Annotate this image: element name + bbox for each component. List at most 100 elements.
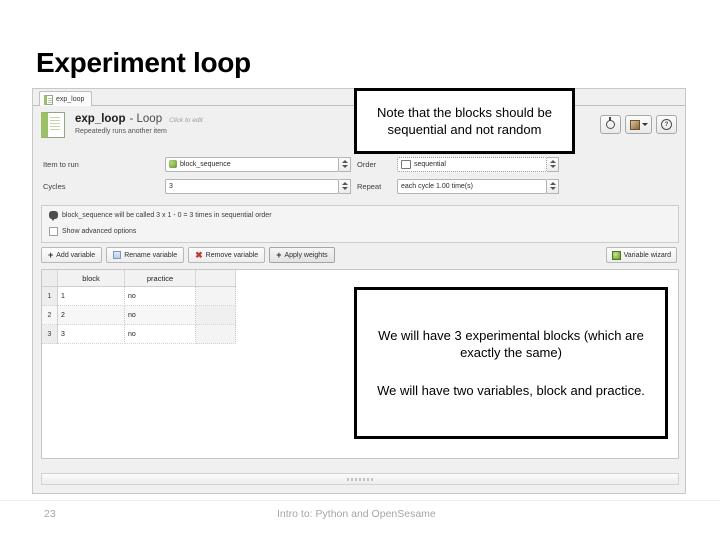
chevron-down-icon	[549, 165, 556, 168]
chevron-down-icon	[341, 187, 348, 190]
item-to-run-value: block_sequence	[180, 160, 231, 168]
plus-icon: +	[48, 249, 54, 260]
grip-dot	[359, 477, 361, 481]
order-label: Order	[357, 159, 377, 169]
variable-wizard-button[interactable]: Variable wizard	[605, 247, 677, 263]
cell-blank[interactable]	[195, 286, 236, 306]
grip-dot	[367, 477, 369, 481]
row-number: 2	[42, 305, 58, 325]
repeat-label: Repeat	[357, 181, 382, 191]
chevron-up-icon	[341, 182, 348, 185]
cell-blank[interactable]	[195, 305, 236, 325]
grip-dot	[351, 477, 353, 481]
loop-info-panel: block_sequence will be called 3 x 1 - 0 …	[41, 205, 679, 243]
row-number: 1	[42, 286, 58, 306]
footer-page-number: 23	[44, 508, 56, 520]
cell-practice[interactable]: no	[124, 324, 196, 344]
book-icon	[629, 119, 640, 130]
cell-block[interactable]: 3	[57, 324, 125, 344]
table-row[interactable]: 2 2 no	[42, 305, 236, 325]
grip-dot	[347, 477, 349, 481]
edit-hint: Click to edit	[169, 117, 203, 124]
callout-blocks-line2: We will have two variables, block and pr…	[377, 382, 645, 398]
footer-divider	[0, 500, 720, 501]
cycles-stepper[interactable]	[339, 178, 351, 194]
table-row[interactable]: 1 1 no	[42, 286, 236, 306]
row-number: 3	[42, 324, 58, 344]
loop-info-line: block_sequence will be called 3 x 1 - 0 …	[49, 211, 272, 221]
run-item-button[interactable]	[600, 115, 621, 134]
cycles-label: Cycles	[43, 181, 66, 191]
callout-blocks: We will have 3 experimental blocks (whic…	[354, 287, 668, 439]
chevron-down-icon	[341, 165, 348, 168]
remove-icon: ✖	[195, 249, 203, 260]
chevron-down-icon	[549, 187, 556, 190]
open-documentation-button[interactable]	[625, 115, 652, 134]
cycles-input[interactable]: 3	[165, 178, 339, 194]
item-to-run-select[interactable]: block_sequence	[165, 156, 339, 172]
loop-item-icon	[44, 94, 53, 105]
order-stepper[interactable]	[547, 156, 559, 172]
rename-icon	[113, 251, 122, 259]
cell-block[interactable]: 2	[57, 305, 125, 325]
grip-dot	[355, 477, 357, 481]
wizard-icon	[611, 250, 621, 260]
table-row[interactable]: 3 3 no	[42, 324, 236, 344]
rename-variable-button[interactable]: Rename variable	[106, 247, 185, 263]
remove-variable-label: Remove variable	[205, 251, 259, 259]
column-header-block[interactable]: block	[57, 270, 125, 287]
sequence-item-icon	[169, 160, 177, 168]
form-row-cycles-repeat: Cycles 3 Repeat each cycle 1.00 time(s)	[33, 176, 685, 196]
apply-weights-button[interactable]: + Apply weights	[269, 247, 335, 263]
panel-splitter-handle[interactable]	[41, 473, 679, 485]
order-value: sequential	[414, 160, 446, 168]
grip-dot	[371, 477, 373, 481]
info-bubble-icon	[49, 211, 58, 221]
page-title: Experiment loop	[36, 47, 251, 78]
column-header-practice[interactable]: practice	[124, 270, 196, 287]
chevron-up-icon	[341, 160, 348, 163]
form-row-item-order: Item to run block_sequence Order sequent…	[33, 154, 685, 174]
item-to-run-stepper[interactable]	[339, 156, 351, 172]
tab-exp-loop[interactable]: exp_loop	[39, 91, 93, 107]
add-variable-button[interactable]: + Add variable	[41, 247, 103, 263]
apply-weights-label: Apply weights	[284, 251, 328, 259]
grip-dot	[363, 477, 365, 481]
header-toolbar: ?	[600, 115, 677, 134]
cell-block[interactable]: 1	[57, 286, 125, 306]
show-advanced-options-label: Show advanced options	[62, 228, 137, 235]
cell-practice[interactable]: no	[124, 305, 196, 325]
loop-info-message: block_sequence will be called 3 x 1 - 0 …	[62, 211, 272, 219]
item-to-run-label: Item to run	[43, 159, 79, 169]
tab-label: exp_loop	[56, 96, 85, 103]
rename-variable-label: Rename variable	[124, 251, 178, 259]
chevron-up-icon	[549, 160, 556, 163]
loop-form: Item to run block_sequence Order sequent…	[33, 150, 685, 200]
checkbox-icon[interactable]	[49, 227, 58, 236]
chevron-up-icon	[549, 182, 556, 185]
repeat-input[interactable]: each cycle 1.00 time(s)	[397, 178, 547, 194]
sequential-order-icon	[401, 159, 411, 169]
item-type: - Loop	[129, 113, 163, 125]
footer-deck-title: Intro to: Python and OpenSesame	[277, 508, 436, 520]
remove-variable-button[interactable]: ✖ Remove variable	[188, 247, 266, 263]
chevron-down-icon	[641, 123, 648, 126]
variable-toolbar: + Add variable Rename variable ✖ Remove …	[41, 247, 335, 263]
item-description: Repeatedly runs another item	[75, 128, 167, 135]
item-title-row[interactable]: exp_loop - Loop Click to edit	[75, 113, 203, 125]
repeat-stepper[interactable]	[547, 178, 559, 194]
cycles-value: 3	[169, 182, 173, 190]
cell-practice[interactable]: no	[124, 286, 196, 306]
cell-blank[interactable]	[195, 324, 236, 344]
callout-note: Note that the blocks should be sequentia…	[354, 88, 575, 154]
callout-note-text: Note that the blocks should be sequentia…	[377, 104, 552, 137]
order-select[interactable]: sequential	[397, 156, 547, 172]
repeat-value: each cycle 1.00 time(s)	[401, 182, 473, 190]
callout-blocks-line1: We will have 3 experimental blocks (whic…	[378, 328, 644, 361]
add-variable-label: Add variable	[56, 251, 96, 259]
item-name: exp_loop	[75, 113, 126, 125]
question-mark-icon: ?	[661, 119, 672, 130]
help-button[interactable]: ?	[656, 115, 677, 134]
show-advanced-options-row[interactable]: Show advanced options	[49, 227, 136, 236]
plus-icon: +	[276, 249, 282, 260]
